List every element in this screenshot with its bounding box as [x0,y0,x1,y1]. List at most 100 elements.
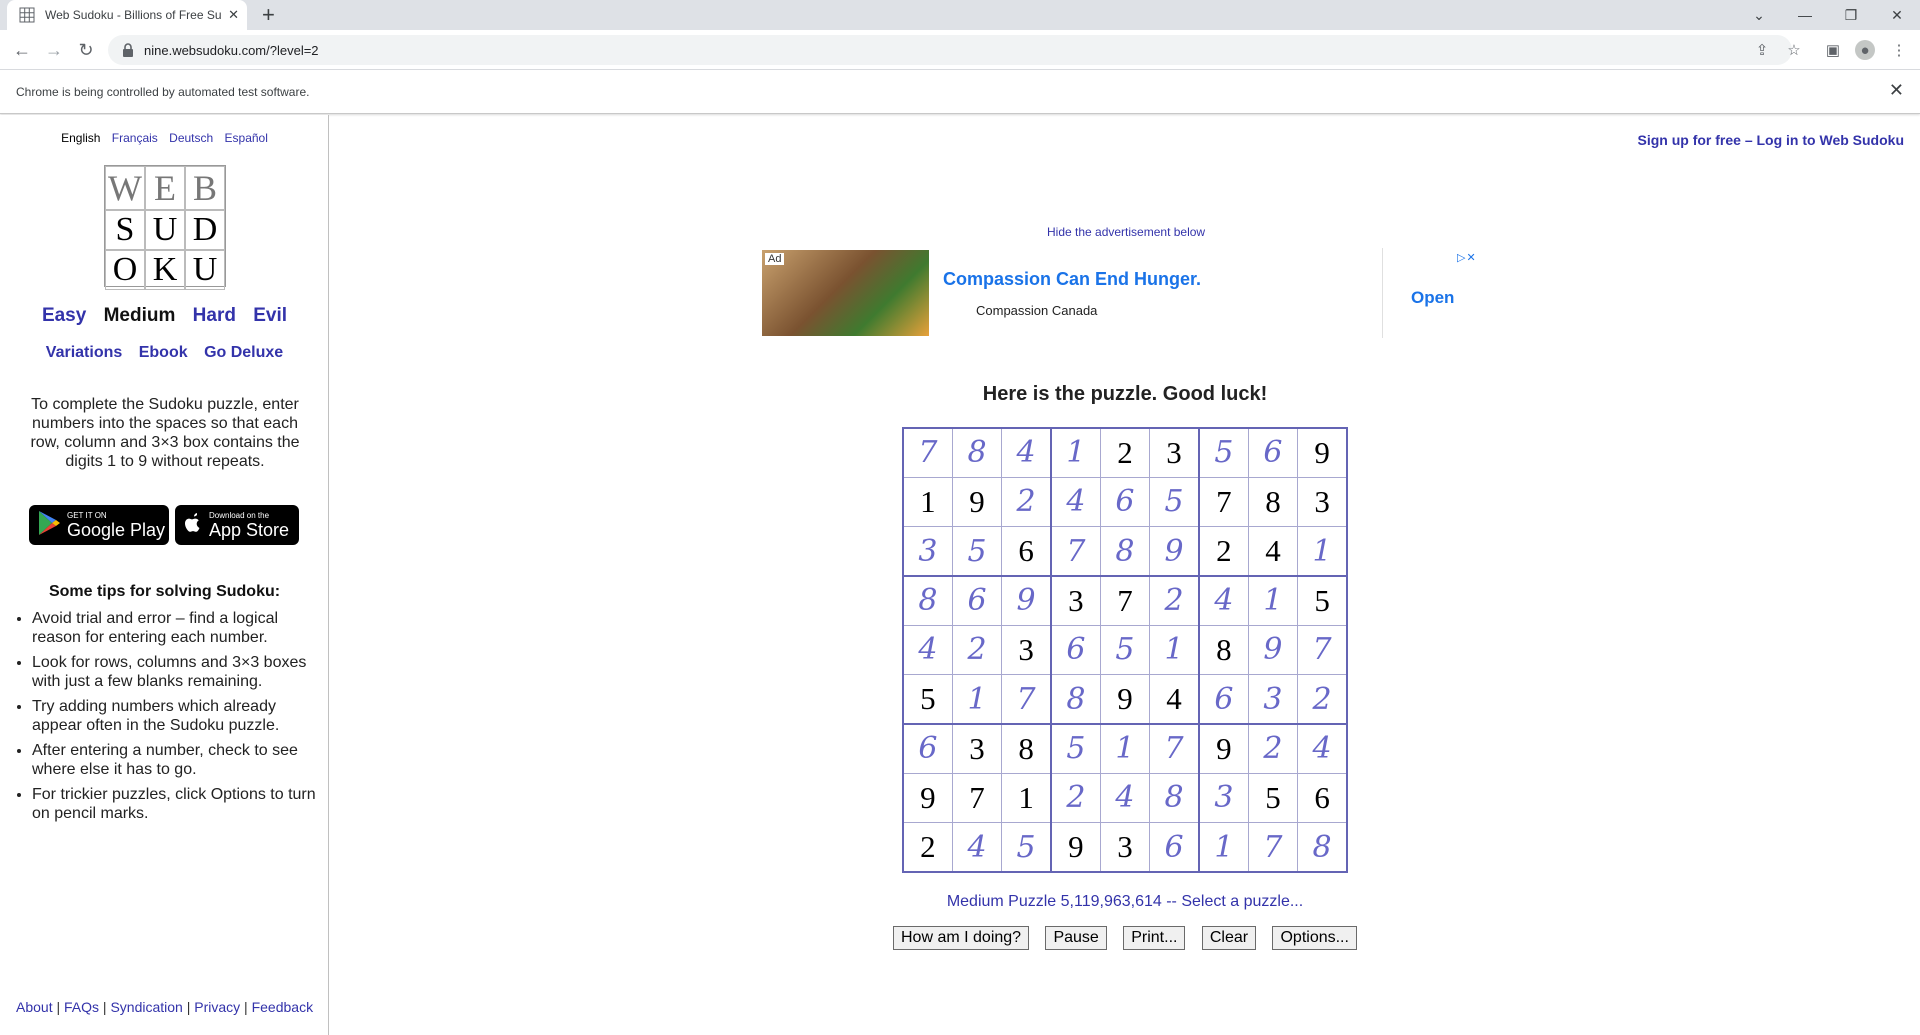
entry-cell[interactable]: 4 [1297,723,1348,774]
entry-cell[interactable]: 6 [902,723,953,774]
privacy-link[interactable]: Privacy [194,999,240,1015]
entry-cell[interactable]: 4 [951,822,1003,873]
entry-cell[interactable]: 7 [1297,624,1348,676]
side-panel-icon[interactable]: ▣ [1823,40,1843,60]
entry-cell[interactable]: 1 [1149,624,1200,676]
entry-cell[interactable]: 6 [1149,822,1200,873]
entry-cell[interactable]: 2 [951,624,1003,676]
entry-cell[interactable]: 6 [1247,427,1299,478]
entry-cell[interactable]: 5 [1099,624,1151,676]
back-arrow-icon[interactable]: ← [10,38,34,62]
entry-cell[interactable]: 4 [1050,476,1101,528]
profile-avatar-icon[interactable]: ● [1855,40,1875,60]
share-icon[interactable]: ⇪ [1752,40,1772,60]
entry-cell[interactable]: 6 [1099,476,1151,528]
entry-cell[interactable]: 7 [1149,723,1200,774]
window-close-icon[interactable]: ✕ [1874,0,1920,30]
entry-cell[interactable]: 1 [1297,526,1348,577]
entry-cell[interactable]: 8 [1050,674,1101,725]
browser-tab[interactable]: Web Sudoku - Billions of Free Su ✕ [7,0,247,30]
ad-open-button[interactable]: Open [1411,288,1454,308]
entry-cell[interactable]: 7 [1001,674,1052,725]
ad-image[interactable] [762,250,929,336]
bookmark-star-icon[interactable]: ☆ [1784,40,1804,60]
entry-cell[interactable]: 9 [1149,526,1200,577]
entry-cell[interactable]: 2 [1149,575,1200,626]
entry-cell[interactable]: 2 [1050,772,1101,824]
entry-cell[interactable]: 1 [951,674,1003,725]
entry-cell[interactable]: 5 [1198,427,1249,478]
ad-headline[interactable]: Compassion Can End Hunger. [943,269,1201,290]
entry-cell[interactable]: 2 [1247,723,1299,774]
entry-cell[interactable]: 3 [902,526,953,577]
puzzle-number-link[interactable]: Medium Puzzle 5,119,963,614 -- Select a … [902,893,1348,911]
restore-icon[interactable]: ❐ [1828,0,1874,30]
go-deluxe-link[interactable]: Go Deluxe [204,344,283,361]
entry-cell[interactable]: 3 [1247,674,1299,725]
variations-link[interactable]: Variations [46,344,122,361]
entry-cell[interactable]: 4 [1099,772,1151,824]
entry-cell[interactable]: 8 [1297,822,1348,873]
entry-cell[interactable]: 2 [1297,674,1348,725]
entry-cell[interactable]: 8 [951,427,1003,478]
forward-arrow-icon[interactable]: → [42,38,66,62]
entered-digit: 6 [1263,435,1283,471]
entry-cell[interactable]: 1 [1198,822,1249,873]
lang-deutsch[interactable]: Deutsch [169,131,213,145]
entry-cell[interactable]: 1 [1050,427,1101,478]
entry-cell[interactable]: 8 [902,575,953,626]
entry-cell[interactable]: 7 [1247,822,1299,873]
clear-button[interactable]: Clear [1201,926,1257,950]
reload-icon[interactable]: ↻ [74,38,98,62]
entry-cell[interactable]: 3 [1198,772,1249,824]
level-evil-link[interactable]: Evil [253,305,287,326]
entry-cell[interactable]: 4 [1001,427,1052,478]
entry-cell[interactable]: 4 [1198,575,1249,626]
entry-cell[interactable]: 2 [1001,476,1052,528]
hide-ad-link[interactable]: Hide the advertisement below [1047,225,1205,239]
menu-kebab-icon[interactable]: ⋮ [1889,40,1909,60]
signup-login-link[interactable]: Sign up for free – Log in to Web Sudoku [1637,132,1904,148]
adchoices-icon[interactable]: ▷✕ [1457,251,1477,264]
address-bar[interactable]: nine.websudoku.com/?level=2 [108,35,1792,65]
how-am-i-doing-button[interactable]: How am I doing? [893,926,1030,950]
level-hard-link[interactable]: Hard [193,305,236,326]
faqs-link[interactable]: FAQs [64,999,99,1015]
level-easy-link[interactable]: Easy [42,305,86,326]
lang-espanol[interactable]: Español [225,131,268,145]
pause-button[interactable]: Pause [1045,926,1107,950]
entry-cell[interactable]: 5 [1149,476,1200,528]
entry-cell[interactable]: 9 [1247,624,1299,676]
entry-cell[interactable]: 5 [951,526,1003,577]
options-button[interactable]: Options... [1272,926,1357,950]
entry-cell[interactable]: 8 [1099,526,1151,577]
entry-cell[interactable]: 6 [1050,624,1101,676]
entry-cell[interactable]: 4 [902,624,953,676]
google-play-badge[interactable]: GET IT ON Google Play [29,505,169,545]
entry-cell[interactable]: 9 [1001,575,1052,626]
infobar-close-icon[interactable]: ✕ [1889,80,1904,101]
new-tab-button[interactable]: + [262,3,275,27]
print-button[interactable]: Print... [1123,926,1186,950]
lang-francais[interactable]: Français [112,131,158,145]
ebook-link[interactable]: Ebook [139,344,188,361]
app-store-badge[interactable]: Download on the App Store [175,505,299,545]
syndication-link[interactable]: Syndication [110,999,182,1015]
entry-cell[interactable]: 1 [1099,723,1151,774]
minimize-icon[interactable]: — [1782,0,1828,30]
entry-cell[interactable]: 1 [1247,575,1299,626]
entry-cell[interactable]: 7 [902,427,953,478]
entry-cell[interactable]: 7 [1050,526,1101,577]
tab-search-chevron-icon[interactable]: ⌄ [1736,0,1782,30]
entry-cell[interactable]: 8 [1149,772,1200,824]
about-link[interactable]: About [16,999,53,1015]
entry-cell[interactable]: 6 [951,575,1003,626]
entry-cell[interactable]: 5 [1001,822,1052,873]
feedback-link[interactable]: Feedback [252,999,313,1015]
web-sudoku-logo[interactable]: W E B S U D O K U [104,165,226,290]
entry-cell[interactable]: 5 [1050,723,1101,774]
entry-cell[interactable]: 6 [1198,674,1249,725]
advertisement[interactable]: Ad Compassion Can End Hunger. Compassion… [760,248,1490,338]
tab-close-icon[interactable]: ✕ [228,7,239,23]
entered-digit: 6 [1214,681,1234,717]
